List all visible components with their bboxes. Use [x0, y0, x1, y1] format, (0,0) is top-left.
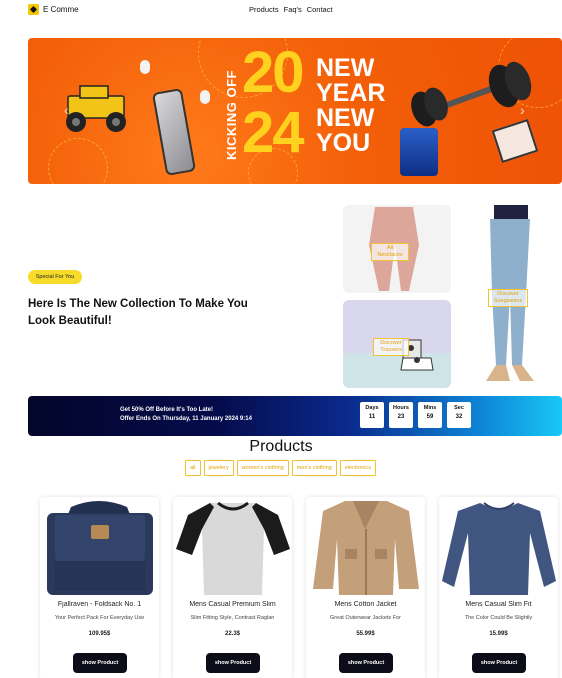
hero-kicking-text: KICKING OFF	[224, 70, 239, 160]
countdown-unit-value: 11	[368, 414, 376, 420]
tile-trousers[interactable]: Discover Trousers	[343, 300, 451, 388]
filter-all[interactable]: all	[185, 460, 201, 476]
product-price: 109.95$	[88, 631, 111, 637]
nav-link-products[interactable]: Products	[249, 5, 279, 14]
logo-icon	[28, 4, 39, 15]
nav-link-faqs[interactable]: Faq's	[284, 5, 302, 14]
special-badge: Special For You	[28, 270, 82, 284]
collection-title: Here Is The New Collection To Make You L…	[28, 298, 248, 327]
product-card[interactable]: Mens Casual Premium Slim Slim Fitting St…	[173, 497, 292, 678]
tshirt-image	[176, 501, 290, 595]
perfume-image	[400, 128, 438, 176]
hero-tagline-line: YOU	[316, 129, 371, 157]
product-description: Great Outerwear Jackets For	[330, 615, 401, 621]
hero-banner: KICKING OFF 20 24 NEW YEAR NEW YOU ‹ ›	[28, 38, 562, 184]
countdown-headline: Get 50% Off Before It's Too Late!	[120, 407, 213, 413]
filter-jewelery[interactable]: jewelery	[203, 460, 234, 476]
brand-logo[interactable]: E Comme	[28, 4, 79, 15]
countdown-unit-value: 59	[426, 414, 434, 420]
backpack-image	[47, 501, 153, 595]
product-title: Mens Cotton Jacket	[334, 601, 397, 608]
top-nav: E Comme Products Faq's Contact	[0, 0, 562, 22]
hero-next-arrow-icon[interactable]: ›	[520, 102, 525, 118]
filter-womens-clothing[interactable]: women's clothing	[236, 460, 289, 476]
tile-label: All Necklaces	[371, 243, 409, 261]
tile-label: Discover Trousers	[373, 338, 409, 356]
hero-tagline: NEW YEAR NEW YOU	[316, 56, 385, 156]
countdown-unit-label: Days	[365, 405, 379, 411]
jacket-image	[313, 501, 419, 595]
countdown-unit-label: Hours	[393, 405, 409, 411]
countdown-unit-value: 32	[455, 414, 463, 420]
earbud-image	[200, 90, 210, 104]
hero-tagline-line: NEW	[316, 54, 375, 82]
tile-sunglasses[interactable]: Discover Sunglasses	[462, 205, 550, 387]
hero-tagline-line: YEAR	[316, 79, 386, 107]
countdown-sec: Sec 32	[447, 402, 471, 428]
product-price: 22.3$	[224, 631, 240, 637]
product-title: Fjallraven - Foldsack No. 1	[57, 601, 142, 608]
product-price: 15.99$	[489, 631, 508, 637]
category-filters: all jewelery women's clothing men's clot…	[185, 460, 377, 476]
nav-link-contact[interactable]: Contact	[307, 5, 333, 14]
countdown-unit-value: 23	[397, 414, 405, 420]
product-description: Slim Fitting Style, Contrast Raglan	[190, 615, 275, 621]
nav-links: Products Faq's Contact	[249, 5, 333, 14]
countdown-offer-end: Offer Ends On Thursday, 11 January 2024 …	[120, 416, 252, 422]
earbud-image	[140, 60, 150, 74]
longsleeve-shirt-image	[442, 502, 556, 595]
product-price: 55.99$	[356, 631, 375, 637]
countdown-days: Days 11	[360, 402, 384, 428]
filter-mens-clothing[interactable]: men's clothing	[291, 460, 337, 476]
firework-decoration	[48, 138, 108, 184]
tile-necklaces[interactable]: All Necklaces	[343, 205, 451, 293]
product-card[interactable]: Fjallraven - Foldsack No. 1 Your Perfect…	[40, 497, 159, 678]
tile-label: Discover Sunglasses	[488, 289, 528, 307]
toy-jeep-image	[66, 85, 126, 132]
brand-name: E Comme	[43, 5, 79, 14]
product-title: Mens Casual Premium Slim	[189, 601, 276, 608]
hero-tagline-line: NEW	[316, 104, 375, 132]
product-description: The Color Could Be Slightly	[464, 615, 533, 621]
show-product-button[interactable]: show Product	[206, 653, 260, 673]
countdown-unit-label: Mins	[423, 405, 437, 411]
product-description: Your Perfect Pack For Everyday Use	[54, 615, 145, 621]
products-heading: Products	[249, 438, 313, 455]
hero-year-bottom: 24	[242, 100, 304, 165]
product-card[interactable]: Mens Cotton Jacket Great Outerwear Jacke…	[306, 497, 425, 678]
hero-prev-arrow-icon[interactable]: ‹	[64, 102, 69, 118]
show-product-button[interactable]: show Product	[472, 653, 526, 673]
filter-electronics[interactable]: electronics	[339, 460, 377, 476]
product-title: Mens Casual Slim Fit	[465, 601, 532, 608]
product-card[interactable]: Mens Casual Slim Fit The Color Could Be …	[439, 497, 558, 678]
countdown-unit-label: Sec	[454, 405, 464, 411]
show-product-button[interactable]: show Product	[73, 653, 127, 673]
phone-image	[151, 88, 197, 176]
countdown-mins: Mins 59	[418, 402, 442, 428]
countdown-banner: Get 50% Off Before It's Too Late! Offer …	[28, 396, 562, 436]
hero-year-top: 20	[242, 40, 304, 105]
show-product-button[interactable]: show Product	[339, 653, 393, 673]
countdown-hours: Hours 23	[389, 402, 413, 428]
